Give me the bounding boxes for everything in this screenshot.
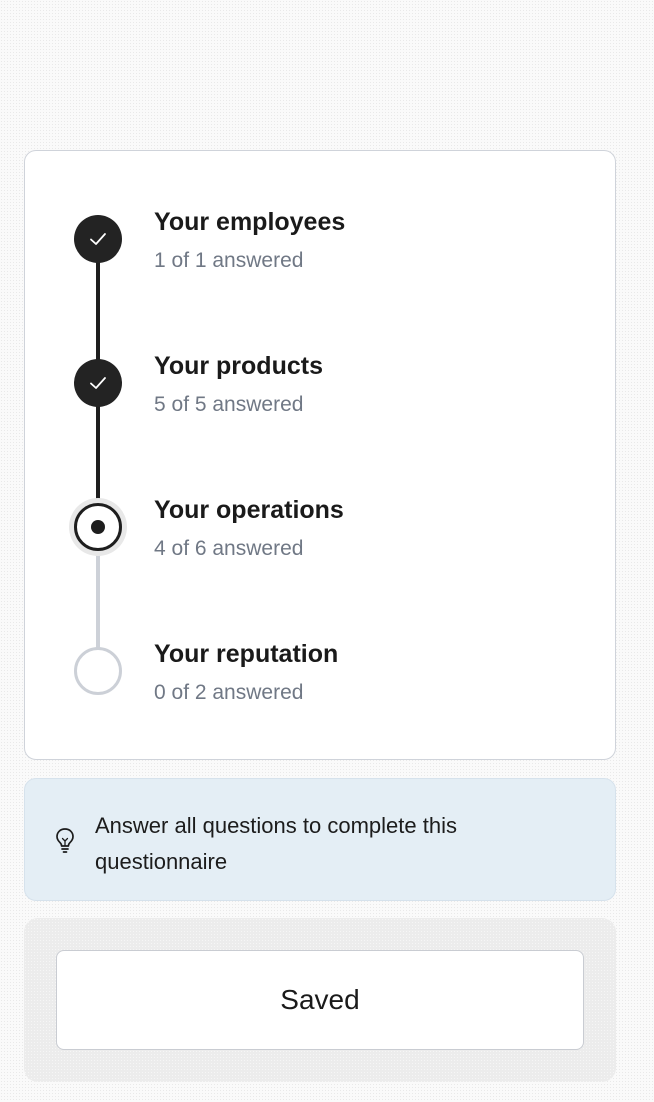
step-completed-marker xyxy=(74,215,122,263)
saved-button[interactable]: Saved xyxy=(56,950,584,1050)
step-products[interactable]: Your products 5 of 5 answered xyxy=(25,295,615,439)
lightbulb-icon xyxy=(56,828,74,853)
check-icon xyxy=(90,233,106,245)
step-employees[interactable]: Your employees 1 of 1 answered xyxy=(25,151,615,295)
step-progress: 5 of 5 answered xyxy=(154,393,304,416)
empty-circle-icon xyxy=(74,647,122,695)
current-dot-icon xyxy=(91,520,105,534)
step-progress: 0 of 2 answered xyxy=(154,681,304,704)
step-progress: 1 of 1 answered xyxy=(154,249,304,272)
step-title: Your reputation xyxy=(154,640,339,668)
questionnaire-steps-card: Your employees 1 of 1 answered Your prod… xyxy=(24,150,616,760)
step-title: Your products xyxy=(154,352,323,380)
step-operations[interactable]: Your operations 4 of 6 answered xyxy=(25,439,615,583)
hint-text: Answer all questions to complete this qu… xyxy=(95,813,457,874)
step-reputation[interactable]: Your reputation 0 of 2 answered xyxy=(25,583,615,727)
step-title: Your employees xyxy=(154,208,346,236)
step-progress: 4 of 6 answered xyxy=(154,537,304,560)
check-icon xyxy=(90,377,106,389)
step-current-marker xyxy=(74,503,122,551)
hint-banner: Answer all questions to complete this qu… xyxy=(24,778,616,901)
step-completed-marker xyxy=(74,359,122,407)
footer-actions: Saved xyxy=(24,918,616,1082)
step-title: Your operations xyxy=(154,496,344,524)
